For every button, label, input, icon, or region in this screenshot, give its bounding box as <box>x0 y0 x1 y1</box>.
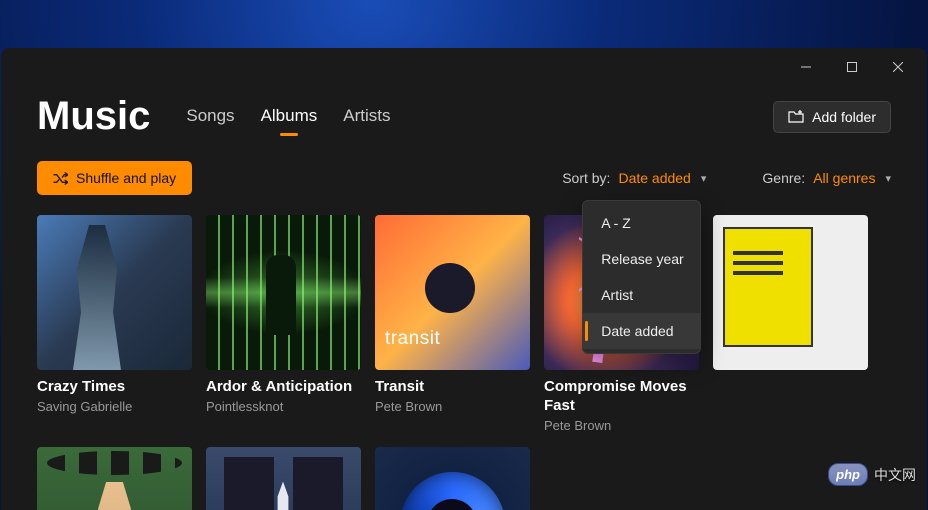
sort-dropdown: A - Z Release year Artist Date added <box>582 200 701 354</box>
page-title: Music <box>37 94 150 139</box>
album-art-text: transit <box>385 328 440 350</box>
album-grid: Crazy Times Saving Gabrielle Ardor & Ant… <box>1 211 927 510</box>
album-art <box>713 215 868 370</box>
album-artist: Pete Brown <box>375 399 530 414</box>
album-art <box>206 215 361 370</box>
album-card[interactable] <box>375 447 530 510</box>
chevron-down-icon: ▾ <box>885 172 891 185</box>
album-art: transit <box>375 215 530 370</box>
folder-plus-icon <box>788 109 804 125</box>
minimize-button[interactable] <box>783 51 829 83</box>
add-folder-button[interactable]: Add folder <box>773 101 891 133</box>
watermark: php 中文网 <box>828 463 916 486</box>
sort-option-release-year[interactable]: Release year <box>583 241 700 277</box>
close-icon <box>893 62 903 72</box>
sort-option-date-added[interactable]: Date added <box>583 313 700 349</box>
album-title: Ardor & Anticipation <box>206 378 361 397</box>
genre-value: All genres <box>813 170 875 186</box>
sort-option-az[interactable]: A - Z <box>583 205 700 241</box>
chevron-down-icon: ▾ <box>701 172 707 185</box>
genre-control[interactable]: Genre: All genres ▾ <box>762 170 891 186</box>
album-artist: Saving Gabrielle <box>37 399 192 414</box>
album-card[interactable]: Crazy Times Saving Gabrielle <box>37 215 192 433</box>
album-artist: Pete Brown <box>544 418 699 433</box>
shuffle-play-button[interactable]: Shuffle and play <box>37 161 192 195</box>
toolbar: Shuffle and play Sort by: Date added ▾ A… <box>1 139 927 211</box>
sort-by-label: Sort by: <box>562 170 610 186</box>
sort-by-control[interactable]: Sort by: Date added ▾ A - Z Release year… <box>562 170 706 186</box>
album-title: Compromise Moves Fast <box>544 378 699 416</box>
header: Music Songs Albums Artists Add folder <box>1 86 927 139</box>
album-card[interactable] <box>37 447 192 510</box>
tab-artists[interactable]: Artists <box>343 106 390 136</box>
album-artist: Pointlessknot <box>206 399 361 414</box>
close-button[interactable] <box>875 51 921 83</box>
maximize-button[interactable] <box>829 51 875 83</box>
watermark-text: 中文网 <box>874 465 916 485</box>
tab-albums[interactable]: Albums <box>261 106 318 136</box>
album-card[interactable]: Ardor & Anticipation Pointlessknot <box>206 215 361 433</box>
sort-option-artist[interactable]: Artist <box>583 277 700 313</box>
album-title: Transit <box>375 378 530 397</box>
window-titlebar <box>1 48 927 86</box>
php-badge: php <box>828 463 868 486</box>
sort-by-value: Date added <box>618 170 690 186</box>
shuffle-icon <box>53 171 68 186</box>
add-folder-label: Add folder <box>812 109 876 125</box>
album-card[interactable]: transit Transit Pete Brown <box>375 215 530 433</box>
album-art <box>375 447 530 510</box>
shuffle-label: Shuffle and play <box>76 170 176 186</box>
album-art <box>37 215 192 370</box>
tabs: Songs Albums Artists <box>186 98 390 136</box>
minimize-icon <box>801 62 811 72</box>
genre-label: Genre: <box>762 170 805 186</box>
album-card[interactable] <box>713 215 868 433</box>
tab-songs[interactable]: Songs <box>186 106 234 136</box>
album-art <box>206 447 361 510</box>
music-app-window: Music Songs Albums Artists Add folder Sh… <box>1 48 927 510</box>
album-title: Crazy Times <box>37 378 192 397</box>
maximize-icon <box>847 62 857 72</box>
album-card[interactable] <box>206 447 361 510</box>
album-art <box>37 447 192 510</box>
